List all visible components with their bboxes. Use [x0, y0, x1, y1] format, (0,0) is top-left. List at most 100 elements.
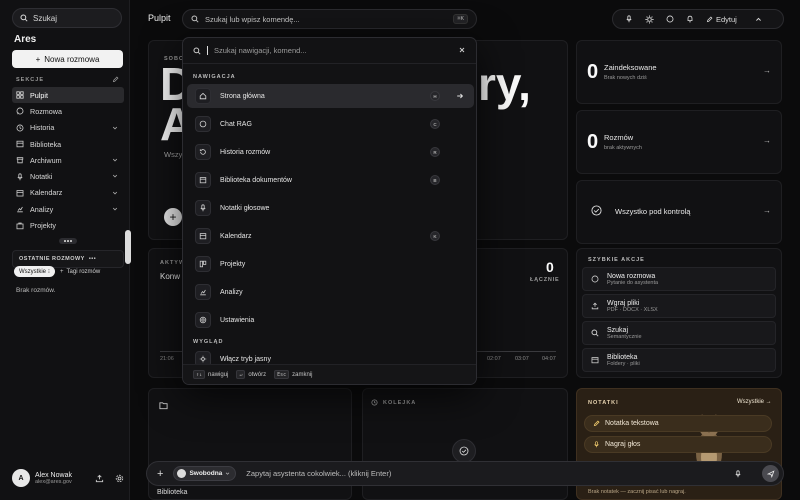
palette-item-history[interactable]: Historia rozmów R	[187, 140, 474, 164]
text-note-button[interactable]: Notatka tekstowa	[584, 415, 772, 432]
filter-all-chip[interactable]: Wszystkie ⁝	[14, 266, 55, 277]
add-button[interactable]: +	[164, 208, 182, 226]
quick-action-new-chat[interactable]: Nowa rozmowa Pytanie do asystenta	[582, 267, 776, 291]
global-search[interactable]: Szukaj lub wpisz komendę... ⌘K	[182, 9, 477, 29]
clock-icon	[371, 399, 378, 406]
chat-icon[interactable]	[666, 15, 674, 23]
quick-action-upload[interactable]: Wgraj pliki PDF · DOCX · XLSX	[582, 294, 776, 318]
history-icon	[195, 144, 211, 160]
sidebar-item-projekty[interactable]: Projekty	[12, 217, 124, 233]
palette-item-label: Historia rozmów	[220, 148, 271, 156]
mode-selector[interactable]: Swobodna	[173, 466, 237, 481]
page-title: Pulpit	[148, 13, 171, 23]
chevron-down-icon[interactable]	[112, 206, 118, 212]
library-card-label: Biblioteka	[157, 489, 188, 496]
new-chat-label: Nowa rozmowa	[44, 54, 100, 64]
chat-composer[interactable]: + Swobodna Zapytaj asystenta cokolwiek..…	[146, 461, 784, 486]
quick-action-title: Biblioteka	[607, 353, 638, 361]
bell-icon[interactable]	[686, 15, 694, 23]
composer-input[interactable]: Zapytaj asystenta cokolwiek... (kliknij …	[246, 469, 724, 478]
notes-heading: NOTATKI	[588, 400, 619, 406]
sidebar-search[interactable]: Szukaj	[12, 8, 122, 28]
sidebar-item-archiwum[interactable]: Archiwum	[12, 152, 124, 168]
palette-item-chat-rag[interactable]: Chat RAG C	[187, 112, 474, 136]
palette-item-library[interactable]: Biblioteka dokumentów B	[187, 168, 474, 192]
more-dots-icon[interactable]: •••	[89, 256, 96, 262]
quick-action-sub: Pytanie do asystenta	[607, 279, 659, 286]
mic-icon[interactable]	[625, 15, 633, 23]
quick-actions-heading: SZYBKIE AKCJE	[588, 257, 645, 263]
chevron-down-icon[interactable]	[112, 173, 118, 179]
hint-navigate: ↑↓ nawiguj	[193, 370, 228, 379]
mic-icon[interactable]	[734, 469, 742, 478]
check-circle-icon	[591, 205, 602, 216]
user-profile[interactable]: A Alex Nowak alex@ares.gov	[12, 465, 124, 491]
close-icon[interactable]	[458, 46, 466, 54]
sidebar-item-biblioteka[interactable]: Biblioteka	[12, 136, 124, 152]
palette-item-label: Analizy	[220, 288, 243, 296]
quick-action-library[interactable]: Biblioteka Foldery · pliki	[582, 348, 776, 372]
edit-button[interactable]: Edytuj	[706, 15, 737, 24]
arrow-right-icon	[456, 92, 464, 100]
sidebar-item-label: Pulpit	[30, 90, 48, 100]
pencil-icon[interactable]	[112, 76, 119, 83]
sidebar-item-historia[interactable]: Historia	[12, 120, 124, 136]
notes-all-link[interactable]: Wszystkie →	[737, 399, 772, 405]
palette-item-key: C	[430, 119, 440, 129]
quick-action-search[interactable]: Szukaj Semantycznie	[582, 321, 776, 345]
queue-label: KOLEJKA	[383, 400, 417, 406]
sidebar-scrollbar[interactable]	[125, 230, 131, 264]
plus-icon: +	[60, 268, 64, 275]
sidebar-item-pulpit[interactable]: Pulpit	[12, 87, 124, 104]
hint-key: ↵	[236, 370, 246, 379]
plus-icon: +	[35, 54, 41, 64]
palette-item-home[interactable]: Strona główna H	[187, 84, 474, 108]
sidebar-item-rozmowa[interactable]: Rozmowa	[12, 103, 124, 119]
voice-note-label: Nagraj głos	[605, 441, 641, 448]
gear-icon[interactable]	[115, 474, 124, 483]
sidebar-item-kalendarz[interactable]: Kalendarz	[12, 185, 124, 201]
projects-icon	[195, 256, 211, 272]
avatar: A	[12, 469, 30, 487]
sidebar-resize-handle[interactable]	[59, 238, 77, 244]
axis-tick: 04:07	[542, 356, 556, 362]
palette-item-analytics[interactable]: Analizy	[187, 280, 474, 304]
palette-search-input[interactable]	[214, 46, 444, 55]
sidebar-item-label: Historia	[30, 123, 55, 133]
send-button[interactable]	[762, 465, 779, 482]
top-actions: Edytuj	[612, 9, 784, 29]
palette-search-row	[183, 38, 476, 64]
sidebar-item-label: Notatki	[30, 172, 53, 182]
stat-card-indexed[interactable]: 0 Zaindeksowane Brak nowych dziś →	[576, 40, 782, 104]
palette-item-calendar[interactable]: Kalendarz K	[187, 224, 474, 248]
hint-open: ↵ otwórz	[236, 370, 266, 379]
stat-value: 0	[587, 131, 599, 153]
chevron-down-icon[interactable]	[112, 190, 118, 196]
chevron-down-icon[interactable]	[112, 157, 118, 163]
quick-action-title: Szukaj	[607, 326, 629, 334]
user-email: alex@ares.gov	[35, 478, 72, 485]
activity-title: Konw	[160, 272, 181, 281]
new-chat-button[interactable]: + Nowa rozmowa	[12, 50, 123, 68]
filter-icon: ⁝	[48, 269, 50, 275]
palette-item-key: R	[430, 147, 440, 157]
palette-item-projects[interactable]: Projekty	[187, 252, 474, 276]
palette-item-label: Projekty	[220, 260, 246, 268]
chat-icon	[591, 275, 599, 283]
stat-title: Zaindeksowane	[604, 63, 657, 72]
voice-note-button[interactable]: Nagraj głos	[584, 436, 772, 453]
stat-card-chats[interactable]: 0 Rozmów brak aktywnych →	[576, 110, 782, 174]
export-icon[interactable]	[95, 474, 104, 483]
chevron-down-icon	[225, 471, 230, 476]
sidebar-item-analizy[interactable]: Analizy	[12, 201, 124, 217]
status-card[interactable]: Wszystko pod kontrolą →	[576, 180, 782, 244]
filter-tags-chip[interactable]: + Tagi rozmów	[60, 266, 100, 277]
plus-icon[interactable]: +	[157, 468, 163, 480]
sun-icon[interactable]	[645, 14, 654, 24]
palette-item-voice-notes[interactable]: Notatki głosowe	[187, 196, 474, 220]
palette-item-settings[interactable]: Ustawienia	[187, 308, 474, 332]
sidebar-item-notatki[interactable]: Notatki	[12, 168, 124, 184]
chevron-down-icon[interactable]	[112, 125, 118, 131]
text-caret	[207, 46, 208, 55]
chevron-up-icon[interactable]	[755, 16, 762, 23]
